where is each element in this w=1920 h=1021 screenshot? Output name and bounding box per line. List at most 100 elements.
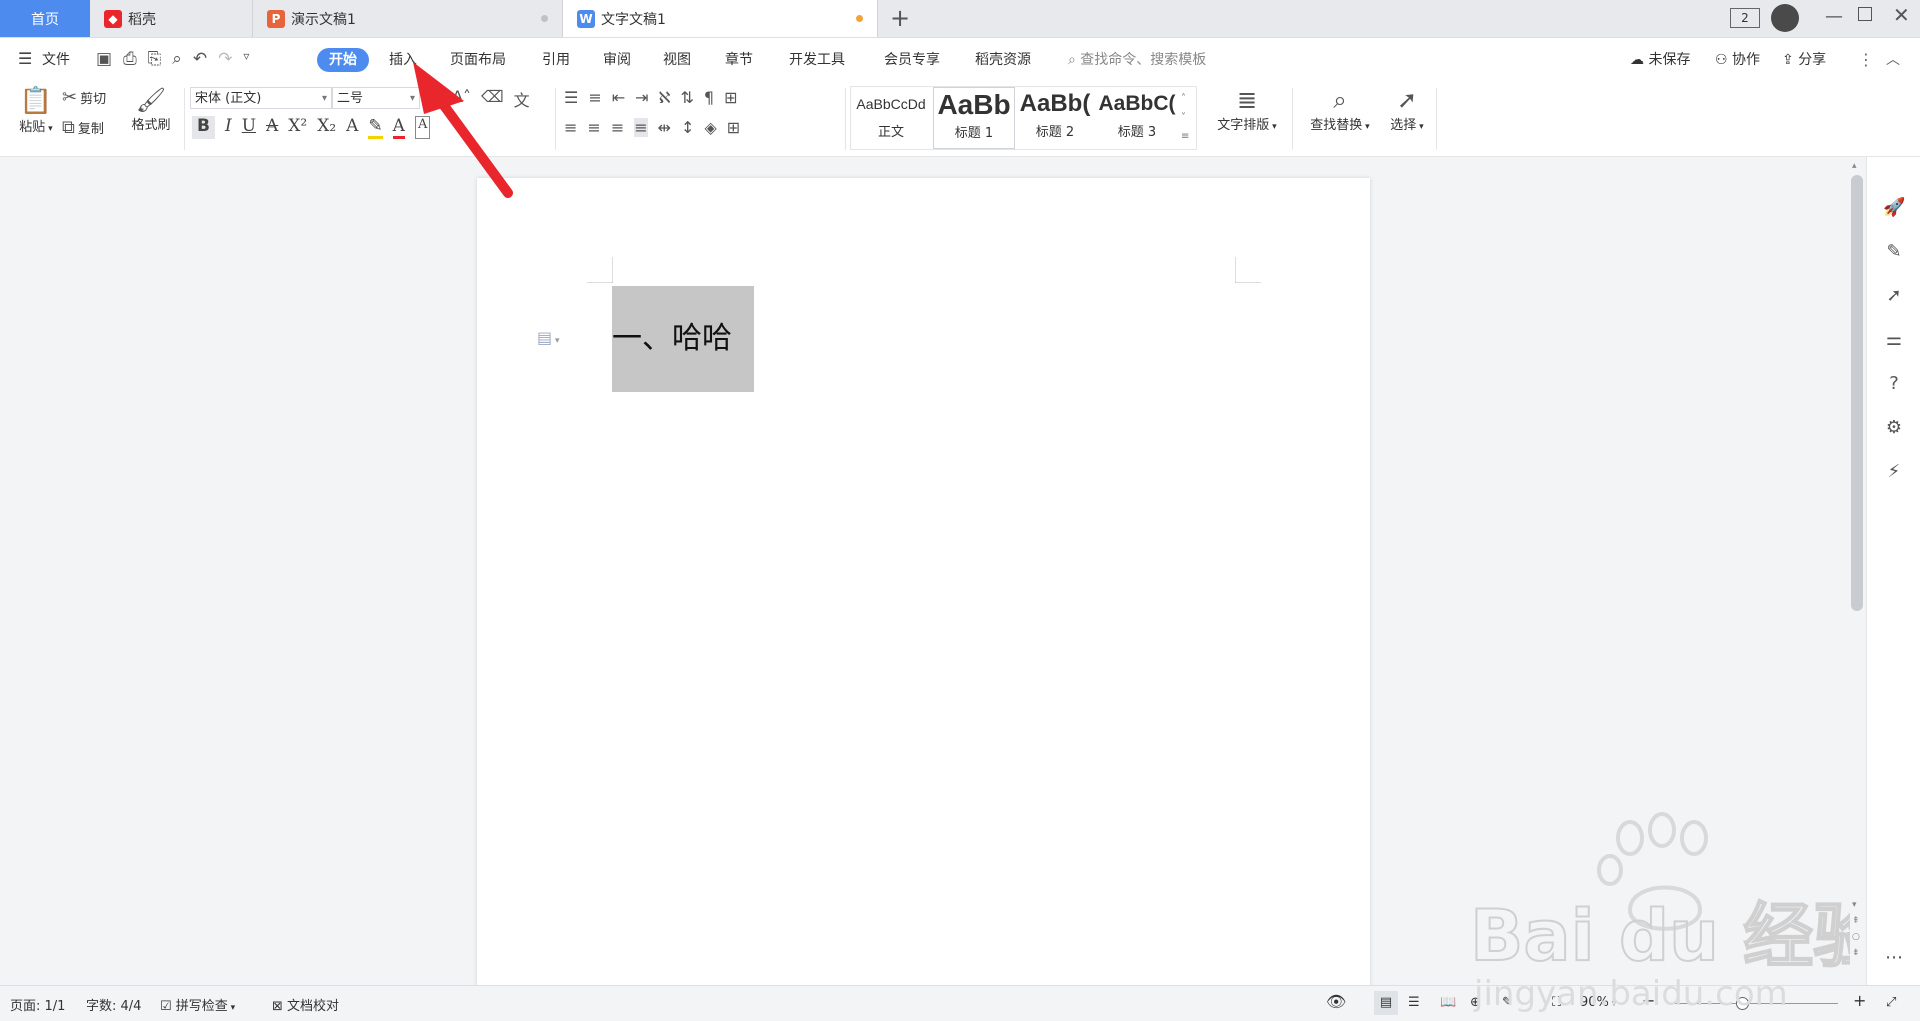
- fullscreen-icon[interactable]: ⤢: [1886, 995, 1896, 1010]
- font-size-select[interactable]: 二号 ▾: [332, 87, 420, 109]
- text-layout-button[interactable]: ≣ 文字排版 ▾: [1210, 86, 1284, 133]
- menu-tab-references[interactable]: 引用: [542, 48, 570, 72]
- styles-scroll[interactable]: ˄ ˅ ≡: [1181, 89, 1189, 146]
- font-name-select[interactable]: 宋体 (正文) ▾: [190, 87, 332, 109]
- more-options-icon[interactable]: ⋮: [1858, 48, 1874, 72]
- decrease-indent-icon[interactable]: ⇤: [612, 88, 625, 107]
- line-spacing-icon[interactable]: ↕: [681, 118, 694, 137]
- scroll-up-icon[interactable]: ▴: [1852, 161, 1857, 171]
- style-heading-3[interactable]: AaBbC( 标题 3: [1097, 87, 1177, 147]
- restore-icon[interactable]: [1858, 7, 1872, 21]
- share-button[interactable]: ⇪ 分享: [1782, 48, 1826, 72]
- shading-icon[interactable]: ◈: [704, 118, 716, 137]
- more-icon[interactable]: ▿: [243, 49, 249, 69]
- zoom-slider[interactable]: [1668, 1003, 1838, 1004]
- format-painter-button[interactable]: 🖌 格式刷: [126, 86, 176, 133]
- command-search[interactable]: ⌕ 查找命令、搜索模板: [1068, 48, 1206, 72]
- close-icon[interactable]: ✕: [1893, 3, 1910, 27]
- numbered-list-icon[interactable]: ≡: [588, 88, 601, 107]
- rocket-icon[interactable]: 🚀: [1883, 197, 1905, 219]
- cursor-icon[interactable]: ➚: [1883, 285, 1905, 307]
- collapse-ribbon-icon[interactable]: ︿: [1886, 48, 1900, 72]
- italic-icon[interactable]: I: [225, 116, 232, 139]
- menu-file[interactable]: 文件: [42, 48, 70, 72]
- menu-tab-daoke-resources[interactable]: 稻壳资源: [975, 48, 1031, 72]
- paste-button[interactable]: 📋 粘贴 ▾: [14, 86, 58, 135]
- table-ruler-icon[interactable]: ⊞: [724, 88, 737, 107]
- menu-tab-developer[interactable]: 开发工具: [789, 48, 845, 72]
- text-effect-icon[interactable]: A: [346, 116, 358, 139]
- menu-tab-insert[interactable]: 插入: [389, 48, 417, 72]
- document-page[interactable]: ▤ ▾ 一、哈哈: [477, 178, 1370, 998]
- print-icon[interactable]: ⎘: [148, 49, 162, 69]
- align-center-icon[interactable]: ≡: [587, 118, 600, 137]
- distribute-icon[interactable]: ⇹: [658, 118, 671, 137]
- tab-presentation[interactable]: P 演示文稿1: [253, 0, 563, 37]
- new-tab-button[interactable]: +: [890, 4, 910, 32]
- image-settings-icon[interactable]: ⚙: [1883, 417, 1905, 439]
- superscript-icon[interactable]: X²: [288, 116, 307, 139]
- find-replace-button[interactable]: ⌕ 查找替换 ▾: [1300, 86, 1380, 133]
- underline-icon[interactable]: U: [242, 116, 256, 139]
- tab-daoke[interactable]: ◆ 稻壳: [90, 0, 253, 37]
- sort-icon[interactable]: ⇅: [680, 88, 693, 107]
- minimize-icon[interactable]: —: [1825, 6, 1843, 27]
- tab-home[interactable]: 首页: [0, 0, 90, 37]
- page-view-icon[interactable]: ▤: [1374, 991, 1398, 1015]
- save-icon[interactable]: ▣: [96, 49, 112, 69]
- window-switch-icon[interactable]: 2: [1730, 8, 1760, 28]
- pen-icon[interactable]: ✎: [1883, 241, 1905, 263]
- undo-icon[interactable]: ↶: [193, 49, 207, 69]
- reading-view-icon[interactable]: 📖: [1440, 995, 1456, 1010]
- menu-tab-start[interactable]: 开始: [317, 48, 369, 72]
- avatar[interactable]: [1771, 4, 1799, 32]
- char-border-icon[interactable]: A: [414, 116, 431, 139]
- cut-button[interactable]: ✂ 剪切: [62, 88, 106, 107]
- increase-indent-icon[interactable]: ⇥: [635, 88, 648, 107]
- document-workspace[interactable]: ▤ ▾ 一、哈哈: [0, 157, 1848, 998]
- spell-check-button[interactable]: ☑ 拼写检查 ▾: [160, 995, 235, 1014]
- clear-format-icon[interactable]: ⌫: [481, 87, 504, 111]
- vertical-scrollbar[interactable]: ▴ ▾ ⇞ ○ ⇟: [1848, 157, 1866, 985]
- bold-icon[interactable]: B: [192, 116, 215, 139]
- lightning-icon[interactable]: ⚡: [1883, 461, 1905, 483]
- fit-page-icon[interactable]: ⛶: [1552, 995, 1561, 1010]
- menu-tab-sections[interactable]: 章节: [725, 48, 753, 72]
- help-icon[interactable]: ?: [1883, 373, 1905, 395]
- print-preview-icon[interactable]: ⌕: [172, 49, 182, 69]
- scroll-nav-icons[interactable]: ▾ ⇞ ○ ⇟: [1852, 897, 1860, 961]
- chinese-layout-icon[interactable]: ℵ: [659, 88, 671, 107]
- hamburger-icon[interactable]: ☰: [18, 49, 32, 68]
- web-view-icon[interactable]: ⊕: [1470, 995, 1481, 1010]
- subscript-icon[interactable]: X₂: [317, 116, 336, 139]
- align-right-icon[interactable]: ≡: [611, 118, 624, 137]
- justify-icon[interactable]: ≡: [634, 118, 648, 137]
- menu-tab-review[interactable]: 审阅: [603, 48, 631, 72]
- highlight-icon[interactable]: ✎: [368, 116, 383, 139]
- menu-tab-view[interactable]: 视图: [663, 48, 691, 72]
- tab-document[interactable]: W 文字文稿1: [563, 0, 878, 37]
- word-count[interactable]: 字数: 4/4: [86, 995, 141, 1014]
- zoom-out-icon[interactable]: −: [1642, 991, 1655, 1010]
- scrollbar-thumb[interactable]: [1851, 175, 1863, 611]
- border-icon[interactable]: ⊞: [727, 118, 740, 137]
- sliders-icon[interactable]: ⚌: [1883, 329, 1905, 351]
- style-normal[interactable]: AaBbCcDd 正文: [851, 87, 931, 147]
- grow-font-icon[interactable]: A˄: [452, 87, 471, 111]
- phonetic-icon[interactable]: 文: [514, 87, 530, 111]
- redo-icon[interactable]: ↷: [218, 49, 232, 69]
- eye-icon[interactable]: 👁: [1326, 992, 1346, 1011]
- proofread-button[interactable]: ⊠ 文档校对: [272, 995, 339, 1014]
- zoom-in-icon[interactable]: +: [1853, 991, 1866, 1010]
- style-heading-1[interactable]: AaBb 标题 1: [933, 87, 1015, 149]
- write-mode-icon[interactable]: ✎: [1502, 995, 1513, 1010]
- document-heading[interactable]: 一、哈哈: [612, 286, 754, 392]
- unsaved-button[interactable]: ☁ 未保存: [1630, 48, 1690, 72]
- zoom-slider-thumb[interactable]: [1736, 997, 1749, 1010]
- export-pdf-icon[interactable]: ⎙: [123, 49, 137, 69]
- outline-view-icon[interactable]: ☰: [1408, 995, 1420, 1010]
- select-button[interactable]: ➚ 选择 ▾: [1382, 86, 1432, 133]
- bullet-list-icon[interactable]: ☰: [564, 88, 578, 107]
- strikethrough-icon[interactable]: A: [266, 116, 278, 139]
- more-dots-icon[interactable]: ⋯: [1883, 947, 1905, 969]
